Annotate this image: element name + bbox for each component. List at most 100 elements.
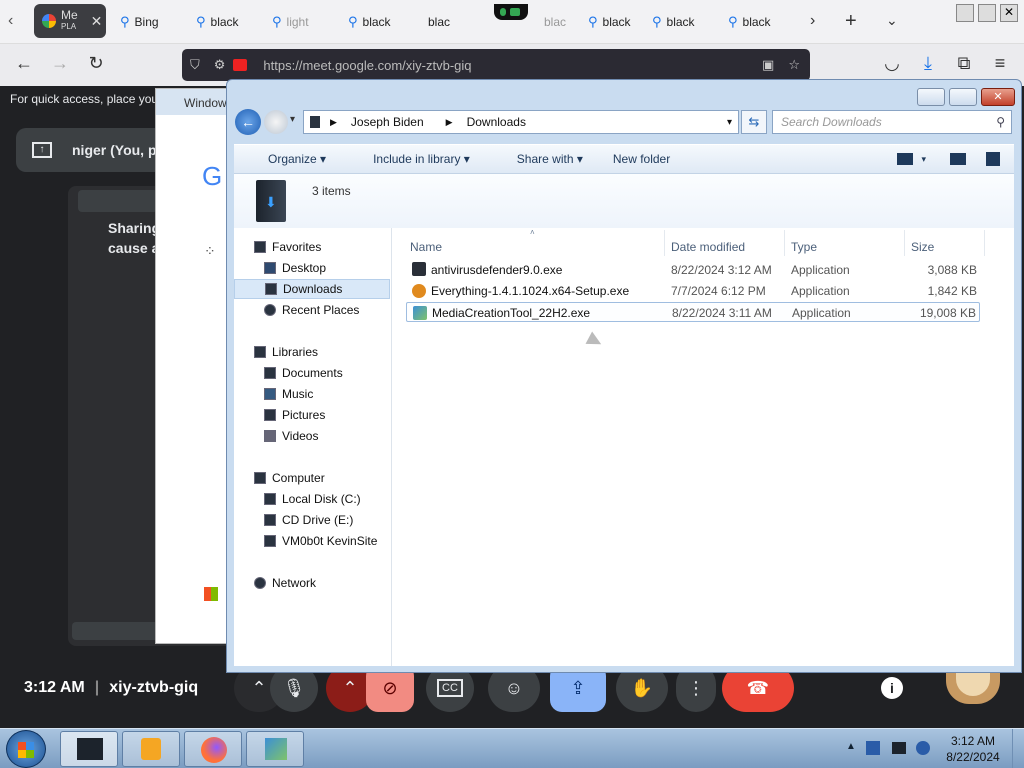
system-clock[interactable]: 3:12 AM 8/22/2024 xyxy=(940,733,1006,765)
close-window-icon[interactable]: ✕ xyxy=(1000,4,1018,22)
nav-network-drive[interactable]: VM0b0t KevinSite xyxy=(264,531,377,551)
search-input[interactable]: Search Downloads ⚲ xyxy=(772,110,1012,134)
taskbar-media-creation-button[interactable] xyxy=(246,731,304,767)
new-folder-button[interactable]: New folder xyxy=(613,152,670,166)
preview-pane-icon[interactable] xyxy=(950,153,966,165)
nav-videos[interactable]: Videos xyxy=(264,426,318,446)
tab-scroll-right-icon[interactable]: › xyxy=(810,12,815,30)
nav-recent-places[interactable]: Recent Places xyxy=(264,300,359,320)
nav-pictures[interactable]: Pictures xyxy=(264,405,325,425)
column-divider[interactable] xyxy=(784,230,785,256)
tab-scroll-left-icon[interactable]: ‹ xyxy=(8,12,13,30)
help-icon[interactable] xyxy=(986,152,1000,166)
reload-icon[interactable]: ↻ xyxy=(84,53,108,74)
close-tab-icon[interactable]: ✕ xyxy=(91,13,103,30)
pocket-icon[interactable]: ◡ xyxy=(880,53,904,74)
tab-search[interactable]: ⚲ black xyxy=(720,6,771,38)
tray-network-icon[interactable] xyxy=(916,741,930,755)
nav-documents[interactable]: Documents xyxy=(264,363,343,383)
extensions-icon[interactable]: ⧉ xyxy=(952,53,976,74)
tab-title: Me xyxy=(61,8,78,22)
back-arrow-icon[interactable]: ← xyxy=(12,53,36,74)
column-type[interactable]: Type xyxy=(791,240,817,254)
tab-search[interactable]: blac xyxy=(536,6,584,38)
nav-favorites[interactable]: Favorites xyxy=(254,237,321,257)
nav-label: CD Drive (E:) xyxy=(282,513,354,527)
tab-search[interactable]: ⚲ black xyxy=(644,6,695,38)
column-divider[interactable] xyxy=(904,230,905,256)
tab-label: black xyxy=(666,15,695,29)
permissions-icon[interactable]: ⚙ xyxy=(214,57,226,73)
file-row[interactable]: Everything-1.4.1.1024.x64-Setup.exe 7/7/… xyxy=(406,281,980,301)
tray-display-icon[interactable] xyxy=(892,742,906,754)
nav-computer[interactable]: Computer xyxy=(254,468,325,488)
include-in-library-button[interactable]: Include in library ▾ xyxy=(356,152,470,166)
desktop-icon xyxy=(264,262,276,274)
file-row[interactable]: antivirusdefender9.0.exe 8/22/2024 3:12 … xyxy=(406,260,980,280)
taskbar-explorer-button[interactable] xyxy=(60,731,118,767)
tab-search[interactable]: ⚲ black xyxy=(340,6,391,38)
meet-logo-icon xyxy=(42,14,56,28)
recent-pages-chevron-icon[interactable]: ▾ xyxy=(290,114,295,125)
taskbar-media-player-button[interactable] xyxy=(122,731,180,767)
tab-bing[interactable]: ⚲ Bing xyxy=(112,6,159,38)
minimize-window-icon[interactable] xyxy=(956,4,974,22)
nav-desktop[interactable]: Desktop xyxy=(264,258,326,278)
start-orb-button[interactable] xyxy=(6,730,46,768)
tab-search[interactable]: ⚲ light xyxy=(264,6,309,38)
organize-button[interactable]: Organize ▾ xyxy=(251,152,326,166)
column-date-modified[interactable]: Date modified xyxy=(671,240,745,254)
column-divider[interactable] xyxy=(984,230,985,256)
explorer-forward-button[interactable] xyxy=(264,110,288,134)
change-view-icon[interactable] xyxy=(897,153,914,165)
url-text[interactable]: https://meet.google.com/xiy-ztvb-giq xyxy=(263,58,471,73)
bookmark-star-icon[interactable]: ☆ xyxy=(788,57,800,73)
nav-music[interactable]: Music xyxy=(264,384,313,404)
items-count: 3 items xyxy=(312,184,351,198)
refresh-button[interactable]: ⇆ xyxy=(741,110,767,134)
column-size[interactable]: Size xyxy=(911,240,934,254)
screen-share-indicator-icon[interactable] xyxy=(233,59,248,71)
column-divider[interactable] xyxy=(664,230,665,256)
breadcrumb-user[interactable]: Joseph Biden xyxy=(351,115,424,129)
tab-search[interactable]: ⚲ black xyxy=(580,6,631,38)
downloads-icon[interactable]: ⤓ xyxy=(916,53,940,74)
menu-hamburger-icon[interactable]: ≡ xyxy=(988,53,1012,74)
file-name: Everything-1.4.1.1024.x64-Setup.exe xyxy=(431,284,630,298)
tray-defender-icon[interactable] xyxy=(866,741,880,755)
maximize-explorer-button[interactable] xyxy=(949,88,977,106)
nav-cd-drive[interactable]: CD Drive (E:) xyxy=(264,510,353,530)
nav-downloads[interactable]: Downloads xyxy=(234,279,390,299)
url-bar[interactable]: ⛉ ⚙ https://meet.google.com/xiy-ztvb-giq… xyxy=(182,49,810,81)
reader-view-icon[interactable]: ▣ xyxy=(762,57,774,73)
tab-google-meet[interactable]: Me PLA ✕ xyxy=(34,4,106,38)
explorer-back-button[interactable]: ← xyxy=(235,109,261,135)
share-with-button[interactable]: Share with ▾ xyxy=(500,152,583,166)
tab-search[interactable]: blac xyxy=(420,6,468,38)
minimize-explorer-button[interactable] xyxy=(917,88,945,106)
nav-network[interactable]: Network xyxy=(254,573,316,593)
restore-window-icon[interactable] xyxy=(978,4,996,22)
background-window: Window G ⁘ xyxy=(155,88,235,644)
breadcrumb-separator-icon[interactable]: ▶ xyxy=(446,117,453,128)
show-desktop-button[interactable] xyxy=(1012,729,1024,768)
show-hidden-icons-chevron-icon[interactable]: ▲ xyxy=(846,741,856,752)
tab-search[interactable]: ⚲ black xyxy=(188,6,239,38)
new-tab-icon[interactable]: + xyxy=(845,10,857,33)
address-bar[interactable]: ▶ Joseph Biden ▶ Downloads ▾ xyxy=(303,110,739,134)
close-explorer-button[interactable]: ✕ xyxy=(981,88,1015,106)
tab-list-chevron-icon[interactable]: ⌄ xyxy=(886,12,898,29)
background-window-title: Window xyxy=(156,89,234,115)
taskbar-firefox-button[interactable] xyxy=(184,731,242,767)
address-dropdown-icon[interactable]: ▾ xyxy=(727,117,732,128)
breadcrumb-downloads[interactable]: Downloads xyxy=(467,115,526,129)
shield-icon[interactable]: ⛉ xyxy=(190,57,200,73)
forward-arrow-icon[interactable]: → xyxy=(48,53,72,74)
view-options-chevron-icon[interactable]: ▾ xyxy=(921,154,926,165)
column-name[interactable]: Name xyxy=(410,240,442,254)
breadcrumb-separator-icon[interactable]: ▶ xyxy=(330,117,337,128)
file-row-selected[interactable]: MediaCreationTool_22H2.exe 8/22/2024 3:1… xyxy=(406,302,980,322)
nav-libraries[interactable]: Libraries xyxy=(254,342,318,362)
nav-local-disk[interactable]: Local Disk (C:) xyxy=(264,489,361,509)
search-icon[interactable]: ⚲ xyxy=(996,115,1005,129)
